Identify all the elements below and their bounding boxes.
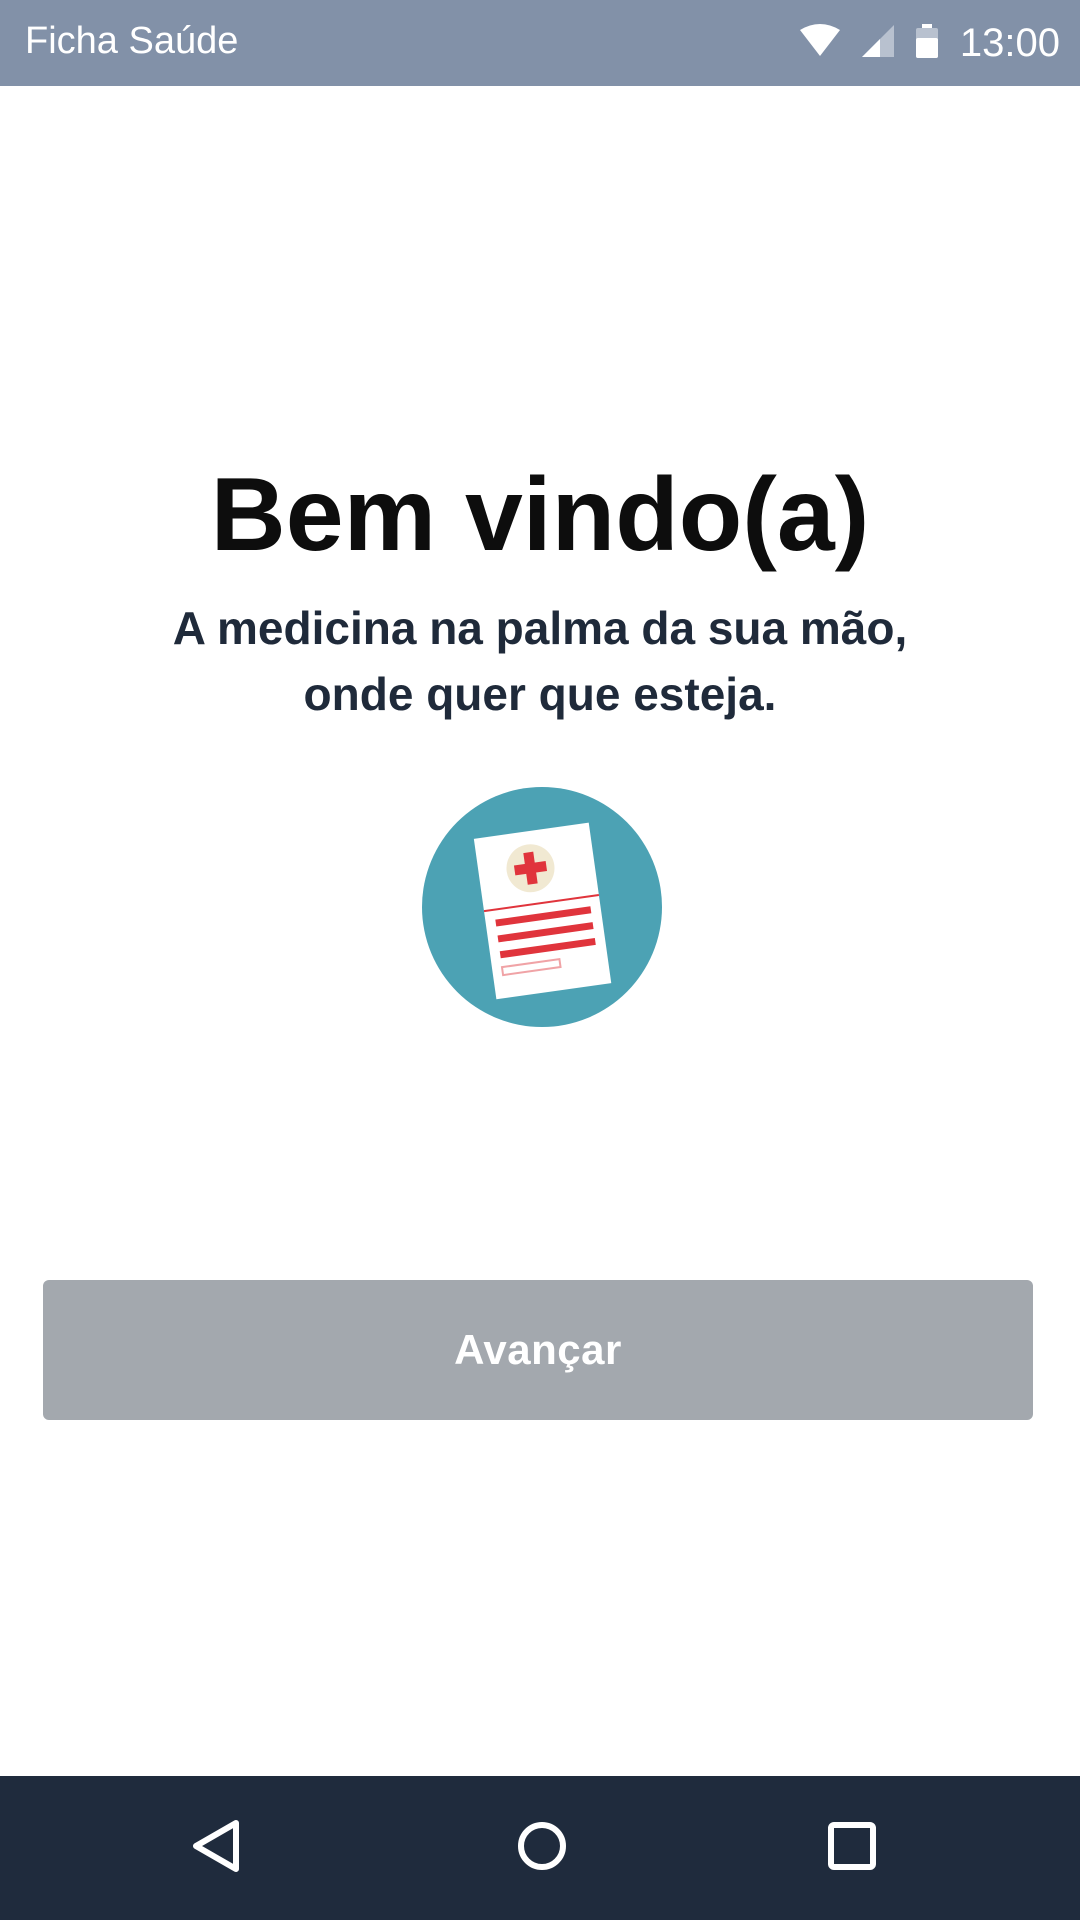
welcome-screen: Ficha Saúde 13:00 Bem vindo(a) A medicin… [0, 0, 1080, 1920]
recents-icon [827, 1821, 877, 1876]
status-bar: Ficha Saúde 13:00 [0, 0, 1080, 86]
status-bar-app-title: Ficha Saúde [25, 20, 239, 62]
medical-record-icon [420, 785, 664, 1029]
home-icon [516, 1820, 568, 1877]
welcome-subtitle-line-1: A medicina na palma da sua mão, [172, 602, 908, 654]
battery-icon [915, 23, 938, 63]
status-icons: 13:00 [799, 0, 1060, 86]
back-button[interactable] [156, 1776, 276, 1920]
navigation-bar [0, 1776, 1080, 1920]
welcome-title: Bem vindo(a) [210, 457, 870, 573]
recents-button[interactable] [792, 1776, 912, 1920]
back-icon [190, 1819, 242, 1878]
home-button[interactable] [482, 1776, 602, 1920]
welcome-subtitle: A medicina na palma da sua mão, onde que… [140, 595, 940, 727]
signal-icon [861, 24, 894, 62]
next-button[interactable]: Avançar [43, 1280, 1033, 1420]
status-time: 13:00 [959, 21, 1060, 65]
wifi-icon [799, 23, 840, 63]
welcome-subtitle-line-2: onde quer que esteja. [303, 668, 777, 720]
